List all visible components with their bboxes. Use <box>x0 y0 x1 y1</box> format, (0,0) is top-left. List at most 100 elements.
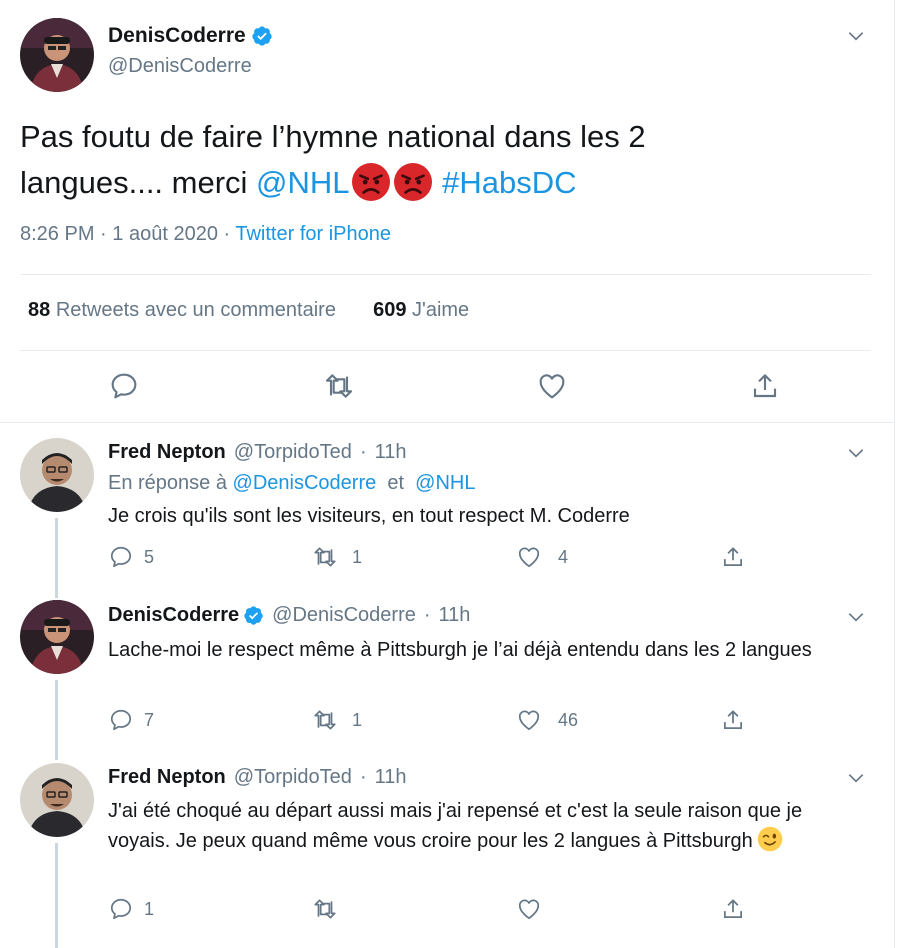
reply-text-content: J'ai été choqué au départ aussi mais j'a… <box>108 800 803 852</box>
reply-button[interactable]: 1 <box>108 896 154 922</box>
verified-badge-icon <box>252 26 272 46</box>
like-icon <box>518 899 540 920</box>
reply-author-name[interactable]: DenisCoderre <box>108 604 239 627</box>
tweet-stats: 88 Retweets avec un commentaire 609 J'ai… <box>28 299 469 322</box>
retweet-button[interactable]: 1 <box>312 544 362 570</box>
tweet-source[interactable]: Twitter for iPhone <box>235 223 391 245</box>
mention-link[interactable]: @NHL <box>256 165 349 200</box>
reply-count: 5 <box>144 546 155 567</box>
reply-author-handle[interactable]: @DenisCoderre <box>272 604 416 627</box>
divider <box>20 350 871 351</box>
winking-face-emoji <box>757 826 783 852</box>
retweets-stat[interactable]: 88 Retweets avec un commentaire <box>28 299 336 321</box>
angry-face-emoji <box>393 163 432 201</box>
reply-button[interactable]: 5 <box>108 544 154 570</box>
retweet-button[interactable] <box>323 370 357 404</box>
reply-button[interactable] <box>108 370 142 404</box>
reply-time[interactable]: 11h <box>375 766 407 789</box>
share-icon <box>724 547 742 566</box>
reply-icon <box>110 898 132 920</box>
author-name[interactable]: DenisCoderre <box>108 24 246 48</box>
thread-line <box>55 680 58 760</box>
divider <box>0 422 895 423</box>
tweet-text-line2: langues.... merci <box>20 165 257 200</box>
like-count: 4 <box>558 546 569 567</box>
reply-icon <box>110 546 132 568</box>
reply-count: 7 <box>144 709 155 730</box>
retweet-count: 1 <box>352 546 363 567</box>
reply-header: DenisCoderre @DenisCoderre · 11h <box>108 604 470 627</box>
reply-to-prefix: En réponse à <box>108 472 233 494</box>
reply-header: Fred Nepton @TorpidoTed · 11h <box>108 441 407 464</box>
reply-text: J'ai été choqué au départ aussi mais j'a… <box>108 797 828 856</box>
author-handle[interactable]: @DenisCoderre <box>108 55 252 78</box>
thread-line <box>55 518 58 598</box>
retweets-count: 88 <box>28 299 51 321</box>
divider <box>20 274 871 275</box>
reply-button[interactable]: 7 <box>108 707 154 733</box>
like-count: 46 <box>558 709 579 730</box>
share-button[interactable] <box>720 707 756 733</box>
like-icon <box>539 374 565 399</box>
reply-to-user2[interactable]: @NHL <box>415 472 475 494</box>
likes-count: 609 <box>373 299 407 321</box>
reply-separator: · <box>359 441 367 463</box>
share-button[interactable] <box>749 370 783 404</box>
tweet-date[interactable]: 1 août 2020 <box>112 223 218 245</box>
retweet-button[interactable]: 1 <box>312 707 362 733</box>
reply-author-name[interactable]: Fred Nepton <box>108 766 226 789</box>
retweets-label: Retweets avec un commentaire <box>55 299 336 321</box>
chevron-down-icon[interactable] <box>846 768 866 788</box>
reply-count: 1 <box>144 898 155 919</box>
meta-separator: · <box>223 223 231 245</box>
retweet-icon <box>314 710 336 730</box>
retweet-button[interactable] <box>312 896 348 922</box>
retweet-count: 1 <box>352 709 363 730</box>
share-button[interactable] <box>720 896 756 922</box>
reply-author-handle[interactable]: @TorpidoTed <box>234 441 352 464</box>
angry-face-emoji <box>351 163 390 201</box>
tweet-thread: DenisCoderre @DenisCoderre Pas foutu de … <box>0 0 895 948</box>
avatar[interactable] <box>20 18 94 92</box>
reply-time[interactable]: 11h <box>375 441 407 464</box>
thread-line <box>55 843 58 948</box>
reply-text: Je crois qu'ils sont les visiteurs, en t… <box>108 505 630 527</box>
like-button[interactable]: 46 <box>516 707 578 733</box>
reply-author-name[interactable]: Fred Nepton <box>108 441 226 464</box>
reply-separator: · <box>359 766 367 788</box>
tweet-time[interactable]: 8:26 PM <box>20 223 94 245</box>
verified-badge-icon <box>244 606 263 625</box>
avatar[interactable] <box>20 763 94 837</box>
tweet-text-line1: Pas foutu de faire l’hymne national dans… <box>20 119 646 154</box>
share-icon <box>724 899 742 918</box>
reply-time[interactable]: 11h <box>439 604 471 627</box>
avatar[interactable] <box>20 600 94 674</box>
retweet-icon <box>325 374 353 398</box>
reply-icon <box>111 373 137 399</box>
like-button[interactable] <box>516 896 552 922</box>
share-icon <box>753 374 777 398</box>
tweet-text: Pas foutu de faire l’hymne national dans… <box>20 114 860 206</box>
like-button[interactable]: 4 <box>516 544 568 570</box>
likes-label: J'aime <box>412 299 470 321</box>
main-author-row: DenisCoderre <box>108 24 273 48</box>
reply-separator: · <box>423 604 431 626</box>
meta-separator: · <box>100 223 107 245</box>
like-button[interactable] <box>536 370 570 404</box>
retweet-icon <box>314 899 336 919</box>
share-button[interactable] <box>720 544 756 570</box>
chevron-down-icon[interactable] <box>846 26 866 46</box>
reply-author-handle[interactable]: @TorpidoTed <box>234 766 352 789</box>
chevron-down-icon[interactable] <box>846 443 866 463</box>
chevron-down-icon[interactable] <box>846 607 866 627</box>
retweet-icon <box>314 547 336 567</box>
like-icon <box>518 710 540 731</box>
likes-stat[interactable]: 609 J'aime <box>373 299 469 321</box>
reply-text: Lache-moi le respect même à Pittsburgh j… <box>108 639 812 661</box>
avatar[interactable] <box>20 438 94 512</box>
reply-context: En réponse à @DenisCoderre et @NHL <box>108 472 475 495</box>
share-icon <box>724 710 742 729</box>
like-icon <box>518 547 540 568</box>
reply-to-user1[interactable]: @DenisCoderre <box>233 472 377 494</box>
hashtag-link[interactable]: #HabsDC <box>442 165 576 200</box>
